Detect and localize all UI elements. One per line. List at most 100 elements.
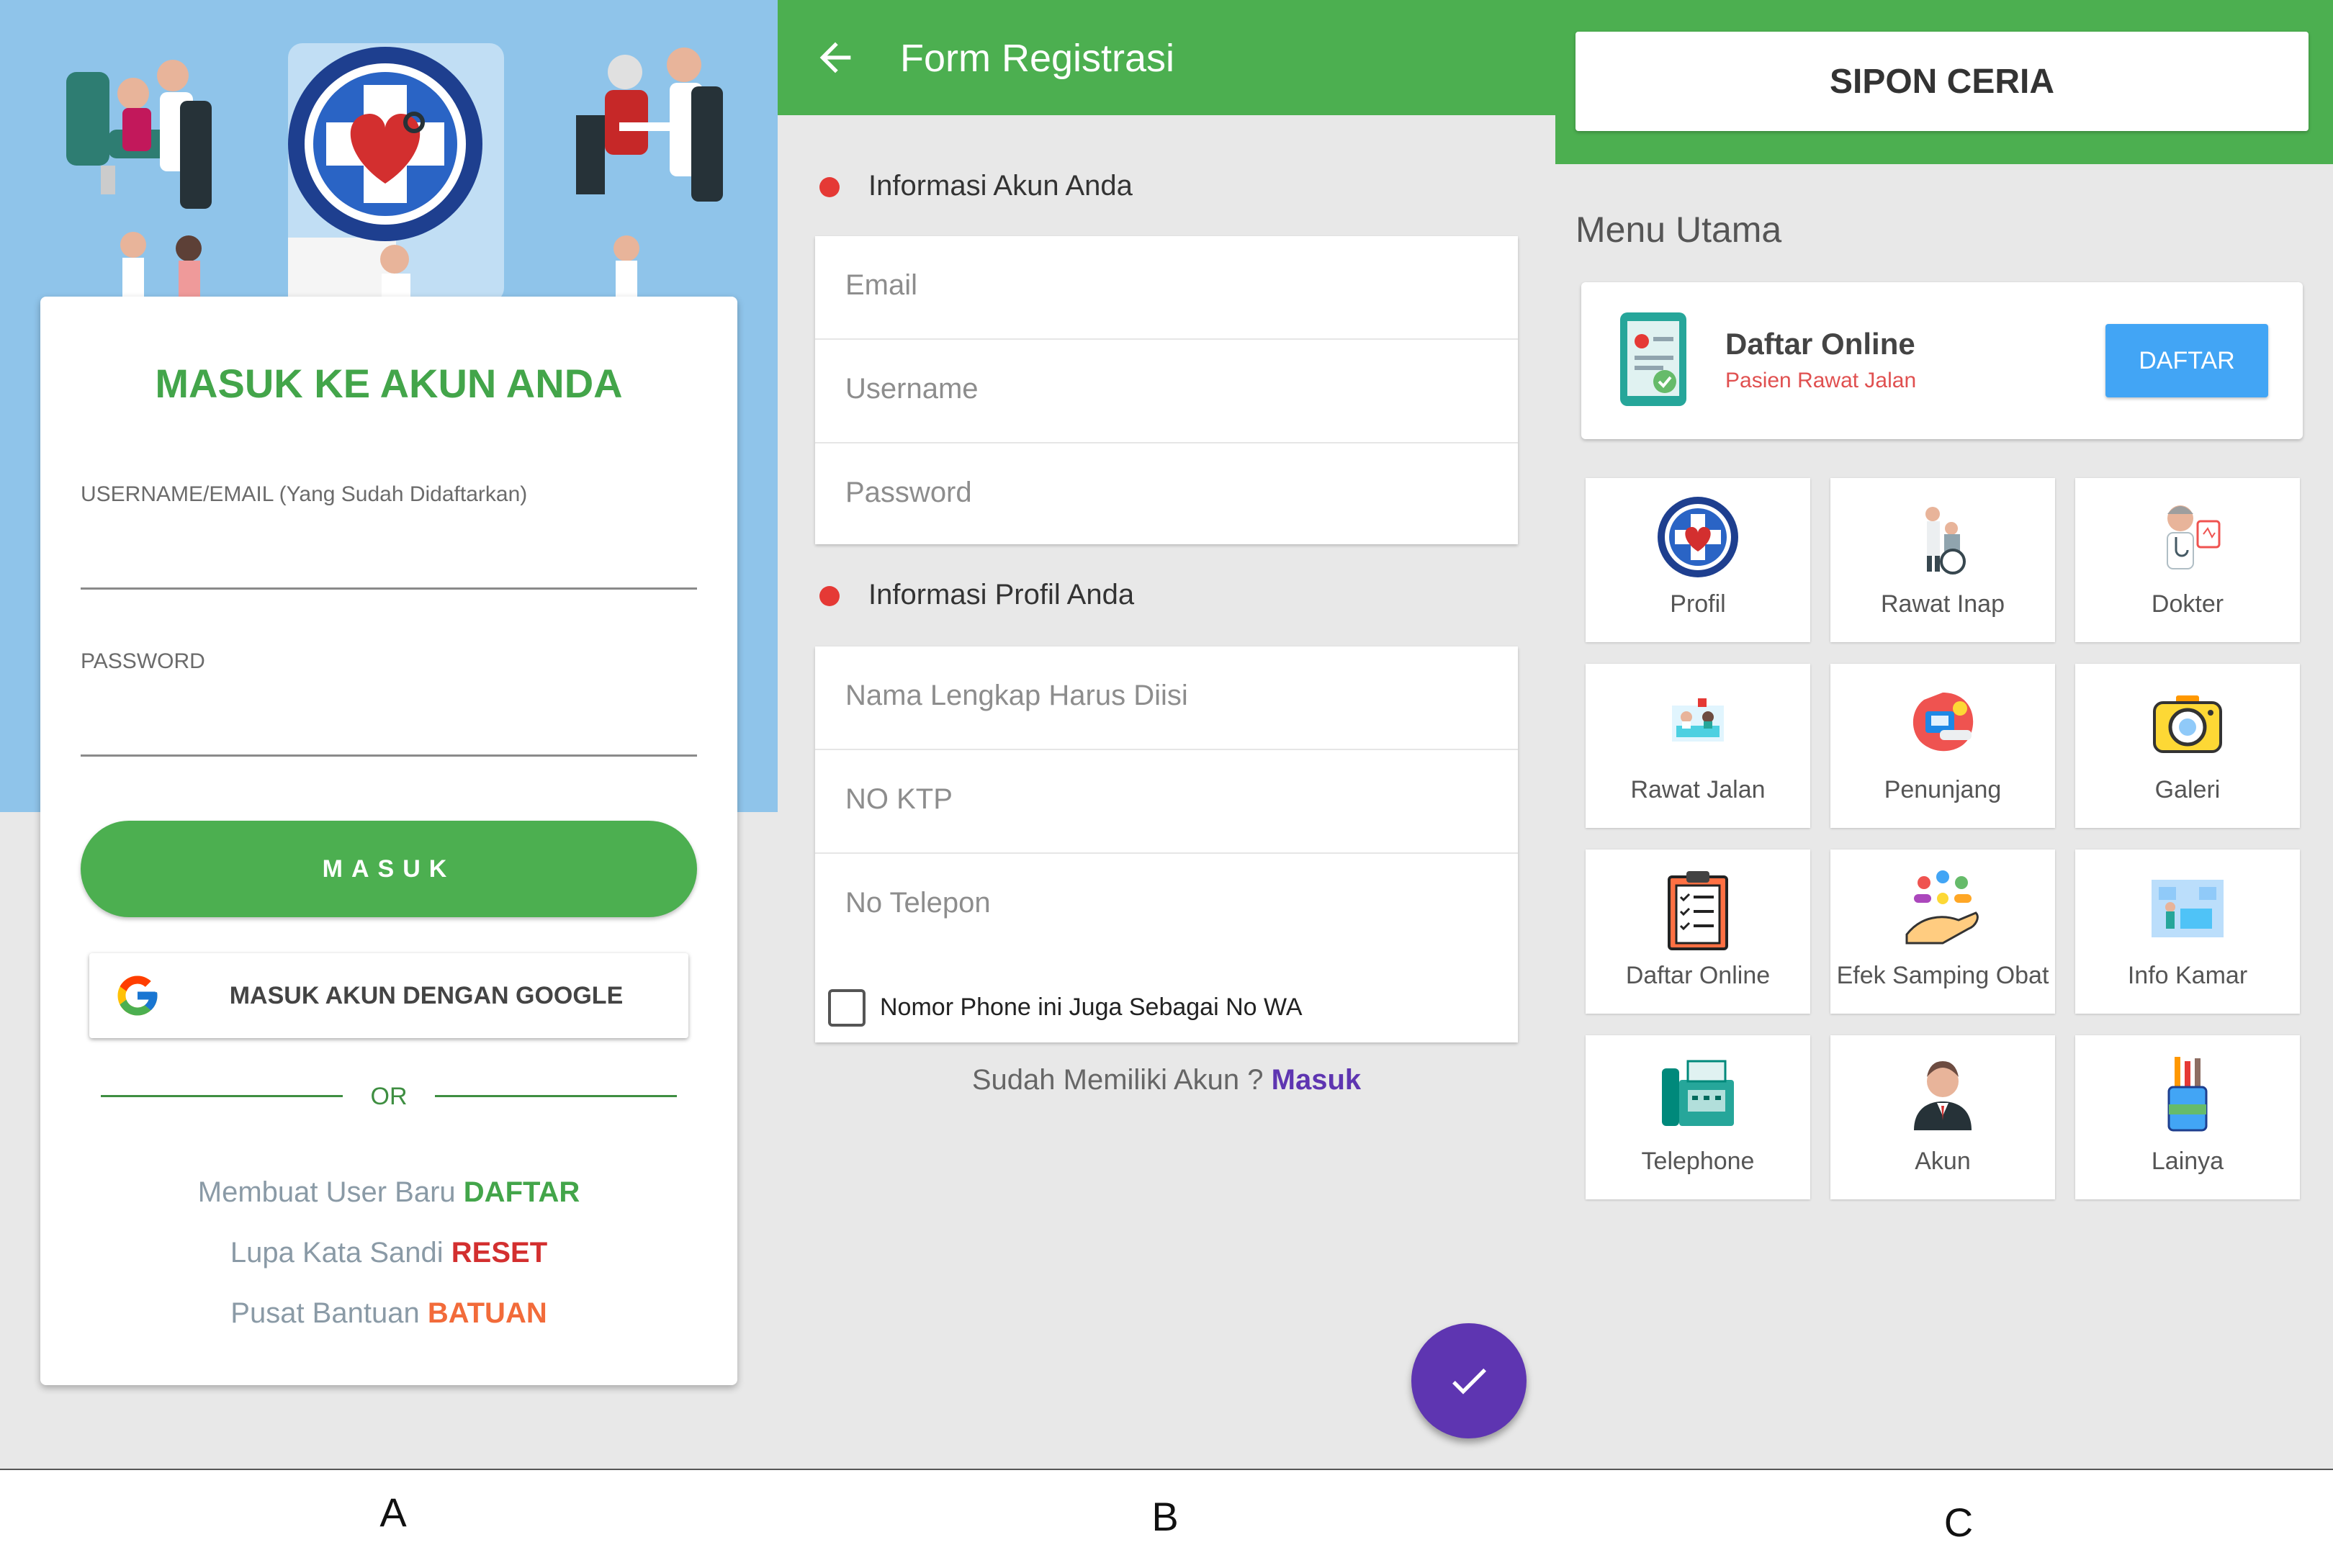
username-underline [81, 587, 697, 590]
tile-rawat-jalan[interactable]: Rawat Jalan [1586, 664, 1810, 828]
fullname-placeholder: Nama Lengkap Harus Diisi [845, 680, 1188, 711]
profile-form-card: Nama Lengkap Harus Diisi NO KTP No Telep… [815, 646, 1518, 1042]
daftar-online-title: Daftar Online [1725, 327, 1915, 361]
register-link[interactable]: DAFTAR [464, 1176, 580, 1208]
registration-screen: Form Registrasi Informasi Akun Anda Emai… [778, 0, 1555, 1469]
tile-dokter[interactable]: Dokter [2075, 478, 2300, 642]
doctor-icon [2167, 505, 2221, 569]
app-title: SIPON CERIA [1575, 32, 2309, 131]
hospital-illustration [66, 43, 723, 302]
ktp-placeholder: NO KTP [845, 783, 953, 815]
fax-phone-icon [1662, 1060, 1734, 1126]
email-placeholder: Email [845, 269, 918, 301]
google-icon [117, 976, 158, 1016]
phone-register-icon [1620, 312, 1686, 406]
account-section-heading: Informasi Akun Anda [868, 170, 1133, 202]
username-field[interactable]: Username [815, 340, 1518, 443]
reset-row: Lupa Kata Sandi RESET [40, 1237, 737, 1269]
daftar-online-card[interactable]: Daftar Online Pasien Rawat Jalan DAFTAR [1581, 282, 2303, 439]
google-button-label: MASUK AKUN DENGAN GOOGLE [229, 982, 624, 1009]
profile-section-heading: Informasi Profil Anda [868, 579, 1135, 610]
panel-label-a: A [379, 1490, 407, 1535]
check-icon [1452, 1368, 1486, 1394]
tile-label: Dokter [2151, 590, 2224, 618]
login-button[interactable]: MASUK [81, 821, 697, 917]
tile-label: Profil [1670, 590, 1726, 618]
tile-galeri[interactable]: Galeri [2075, 664, 2300, 828]
main-menu-screen: SIPON CERIA Menu Utama Daftar Online Pas… [1555, 0, 2333, 1469]
tile-label: Rawat Inap [1881, 590, 2005, 618]
tile-label: Info Kamar [2127, 962, 2248, 989]
google-login-button[interactable]: MASUK AKUN DENGAN GOOGLE [89, 953, 688, 1038]
section-bullet-icon [819, 586, 840, 606]
login-screen: MASUK KE AKUN ANDA USERNAME/EMAIL (Yang … [0, 0, 778, 1469]
username-input[interactable] [81, 513, 697, 577]
daftar-button[interactable]: DAFTAR [2105, 324, 2268, 397]
daftar-online-subtitle: Pasien Rawat Jalan [1725, 369, 1917, 392]
clipboard-icon [1668, 871, 1728, 950]
room-info-icon [2152, 880, 2224, 937]
tile-rawat-inap[interactable]: Rawat Inap [1830, 478, 2055, 642]
panel-label-strip: A B C [0, 1469, 2333, 1568]
reset-link[interactable]: RESET [451, 1237, 547, 1269]
password-field[interactable]: Password [815, 443, 1518, 546]
login-link[interactable]: Masuk [1272, 1064, 1362, 1096]
password-placeholder: Password [845, 477, 972, 508]
tile-daftar-online[interactable]: Daftar Online [1586, 850, 1810, 1014]
page-title: Form Registrasi [900, 37, 1175, 80]
tile-label: Galeri [2154, 776, 2221, 803]
fullname-field[interactable]: Nama Lengkap Harus Diisi [815, 646, 1518, 750]
login-title: MASUK KE AKUN ANDA [155, 361, 623, 406]
tile-akun[interactable]: Akun [1830, 1035, 2055, 1199]
pills-hand-icon [1905, 870, 1979, 945]
email-field[interactable]: Email [815, 236, 1518, 340]
help-row: Pusat Bantuan BATUAN [40, 1297, 737, 1330]
password-underline [81, 754, 697, 757]
tile-lainya[interactable]: Lainya [2075, 1035, 2300, 1199]
app-bar: Form Registrasi [778, 0, 1555, 115]
login-card: MASUK KE AKUN ANDA USERNAME/EMAIL (Yang … [40, 297, 737, 1385]
camera-icon [2153, 695, 2222, 753]
tile-label: Penunjang [1884, 776, 2002, 803]
ktp-field[interactable]: NO KTP [815, 750, 1518, 854]
tile-label: Daftar Online [1625, 962, 1771, 989]
register-text: Membuat User Baru [197, 1176, 456, 1208]
tile-label: Akun [1915, 1148, 1971, 1175]
have-account-row: Sudah Memiliki Akun ? Masuk [778, 1064, 1555, 1096]
panel-label-c: C [1943, 1500, 1974, 1545]
tile-info-kamar[interactable]: Info Kamar [2075, 850, 2300, 1014]
wa-checkbox[interactable] [828, 989, 866, 1027]
wheelchair-patient-icon [1925, 507, 1966, 575]
password-label: PASSWORD [81, 649, 205, 673]
username-placeholder: Username [845, 373, 979, 405]
outpatient-icon [1672, 698, 1724, 742]
section-bullet-icon [819, 177, 840, 197]
phone-field[interactable]: No Telepon [815, 854, 1518, 956]
tile-profil[interactable]: Profil [1586, 478, 1810, 642]
password-input[interactable] [81, 678, 697, 743]
hospital-logo [288, 47, 482, 241]
tile-label: Efek Samping Obat [1836, 962, 2049, 989]
tile-label: Rawat Jalan [1630, 776, 1766, 803]
or-divider-left [101, 1095, 343, 1097]
panel-label-b: B [1151, 1494, 1179, 1539]
tile-efek-samping-obat[interactable]: Efek Samping Obat [1830, 850, 2055, 1014]
user-account-icon [1914, 1061, 1972, 1130]
medical-support-icon [1912, 693, 1974, 752]
submit-fab[interactable] [1411, 1323, 1527, 1438]
wa-checkbox-label: Nomor Phone ini Juga Sebagai No WA [880, 993, 1303, 1021]
help-text: Pusat Bantuan [230, 1297, 420, 1329]
tile-label: Telephone [1641, 1148, 1755, 1175]
reset-text: Lupa Kata Sandi [230, 1237, 444, 1269]
have-account-text: Sudah Memiliki Akun ? [971, 1064, 1264, 1096]
tile-label: Lainya [2151, 1148, 2224, 1175]
menu-heading: Menu Utama [1575, 209, 1782, 250]
or-divider-right [435, 1095, 677, 1097]
hospital-logo-icon [1658, 497, 1738, 577]
phone-placeholder: No Telepon [845, 887, 991, 919]
tile-penunjang[interactable]: Penunjang [1830, 664, 2055, 828]
tile-telephone[interactable]: Telephone [1586, 1035, 1810, 1199]
help-link[interactable]: BATUAN [428, 1297, 547, 1329]
account-form-card: Email Username Password [815, 236, 1518, 544]
back-arrow-icon[interactable] [812, 35, 858, 81]
